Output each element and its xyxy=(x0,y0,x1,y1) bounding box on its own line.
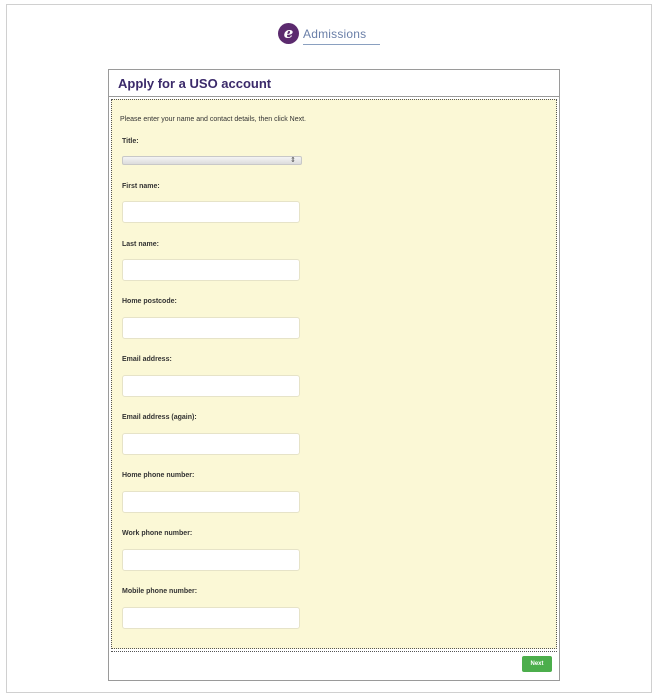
title-select[interactable]: ⇕ xyxy=(122,156,302,165)
admissions-logo[interactable]: e Admissions xyxy=(278,22,381,45)
card-header: Apply for a USO account xyxy=(109,70,559,97)
title-label: Title: xyxy=(122,138,139,145)
last-name-label: Last name: xyxy=(122,241,159,248)
next-button[interactable]: Next xyxy=(522,656,552,672)
form-footer: Next xyxy=(111,651,557,678)
mobile-phone-field[interactable] xyxy=(122,607,300,629)
page-title: Apply for a USO account xyxy=(118,75,272,91)
email-label: Email address: xyxy=(122,356,172,363)
email-field[interactable] xyxy=(122,375,300,397)
work-phone-field[interactable] xyxy=(122,549,300,571)
first-name-field[interactable] xyxy=(122,201,300,223)
first-name-label: First name: xyxy=(122,183,160,190)
email-again-label: Email address (again): xyxy=(122,414,197,421)
home-phone-label: Home phone number: xyxy=(122,472,195,479)
form-area: Please enter your name and contact detai… xyxy=(111,99,557,649)
form-instructions: Please enter your name and contact detai… xyxy=(120,116,306,123)
home-postcode-field[interactable] xyxy=(122,317,300,339)
logo-text: Admissions xyxy=(303,27,381,45)
work-phone-label: Work phone number: xyxy=(122,530,193,537)
home-postcode-label: Home postcode: xyxy=(122,298,177,305)
mobile-phone-label: Mobile phone number: xyxy=(122,588,198,595)
home-phone-field[interactable] xyxy=(122,491,300,513)
logo-e-icon: e xyxy=(278,22,299,44)
last-name-field[interactable] xyxy=(122,259,300,281)
select-arrows-icon: ⇕ xyxy=(290,157,296,164)
email-again-field[interactable] xyxy=(122,433,300,455)
page-frame: e Admissions Apply for a USO account Ple… xyxy=(6,4,652,693)
application-card: Apply for a USO account Please enter you… xyxy=(108,69,560,681)
